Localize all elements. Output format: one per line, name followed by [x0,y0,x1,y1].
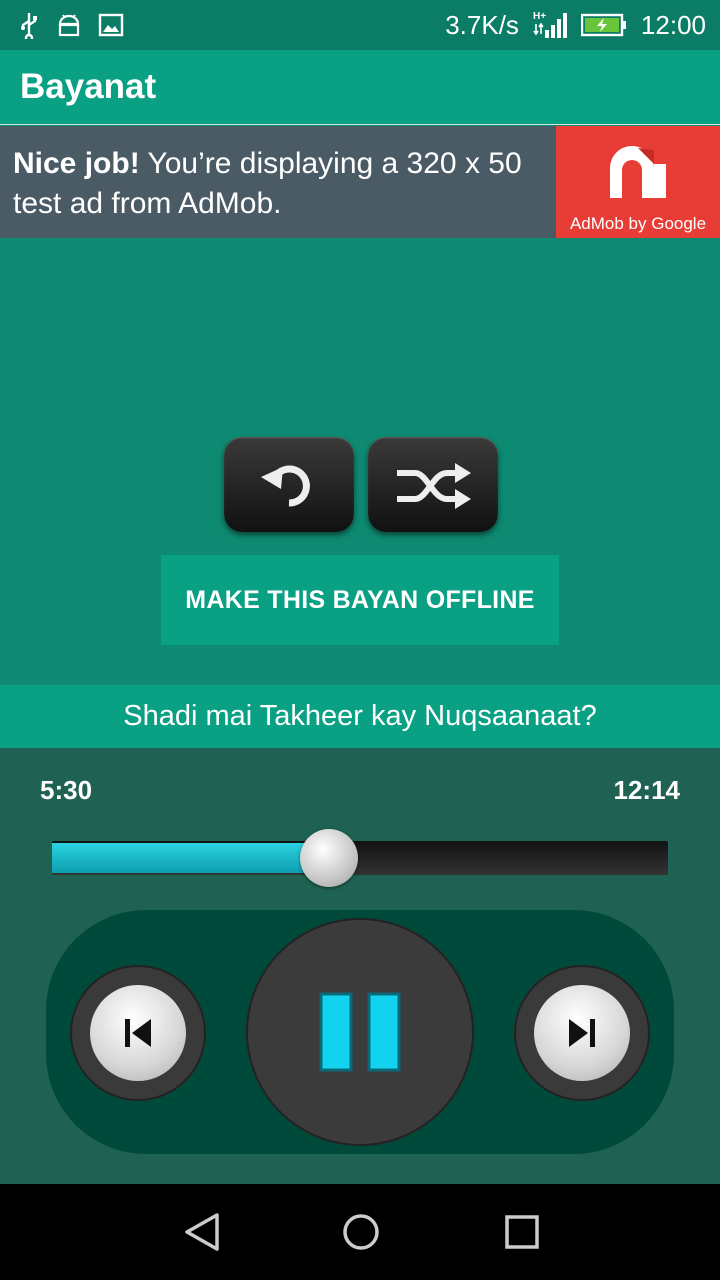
ad-text: Nice job! You’re displaying a 320 x 50 t… [0,126,556,238]
status-bar: 3.7K/s H+ 12:00 [0,0,720,50]
shuffle-button[interactable] [368,437,498,532]
repeat-button[interactable] [224,437,354,532]
next-button[interactable] [514,965,650,1101]
pause-icon [319,992,401,1072]
ad-brand: AdMob by Google [569,214,707,233]
status-right: 3.7K/s H+ 12:00 [445,10,706,41]
net-speed: 3.7K/s [445,9,519,40]
back-icon[interactable] [183,1211,221,1253]
recents-icon[interactable] [503,1211,541,1253]
track-title-bar: Shadi mai Takheer kay Nuqsaanaat? [0,685,720,748]
seek-thumb[interactable] [300,829,359,887]
usb-icon [21,13,37,39]
make-offline-button[interactable]: MAKE THIS BAYAN OFFLINE [161,555,559,645]
seek-progress [52,843,310,873]
signal-group: H+ [533,10,627,40]
play-pause-button[interactable] [246,918,474,1146]
app-bar: Bayanat [0,50,720,125]
android-debug-icon [58,14,80,37]
home-icon[interactable] [342,1211,380,1253]
clock: 12:00 [640,9,706,40]
current-time: 5:30 [40,775,93,805]
total-time: 12:14 [613,775,681,805]
previous-button-face [90,985,186,1081]
skip-previous-icon [125,1019,151,1047]
battery-charging-icon [580,13,626,37]
track-title: Shadi mai Takheer kay Nuqsaanaat? [123,700,597,732]
signal-icon: H+ [533,11,567,38]
previous-button[interactable] [70,965,206,1101]
status-left-icons [18,11,124,39]
admob-logo: AdMob by Google [556,126,720,238]
shuffle-icon [397,462,471,509]
ad-bold-text: Nice job! [13,147,140,180]
repeat-icon [261,465,310,507]
next-button-face [534,985,630,1081]
skip-next-icon [569,1019,595,1047]
ad-banner[interactable]: Nice job! You’re displaying a 320 x 50 t… [0,126,720,238]
admob-icon [610,146,666,198]
image-icon [98,13,124,37]
svg-text:H+: H+ [533,11,546,22]
app-title: Bayanat [20,67,157,106]
